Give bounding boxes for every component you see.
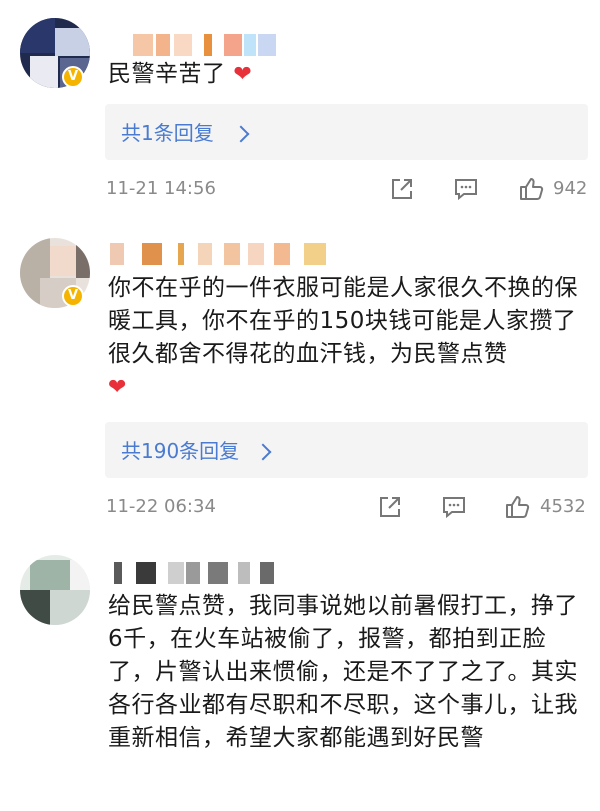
avatar[interactable] [20, 555, 90, 625]
username-blurred[interactable] [108, 562, 278, 584]
comment-3: 给民警点赞，我同事说她以前暑假打工，挣了6千，在火车站被偷了，报警，都拍到正脸了… [0, 0, 600, 811]
comment-text: 给民警点赞，我同事说她以前暑假打工，挣了6千，在火车站被偷了，报警，都拍到正脸了… [108, 593, 578, 751]
